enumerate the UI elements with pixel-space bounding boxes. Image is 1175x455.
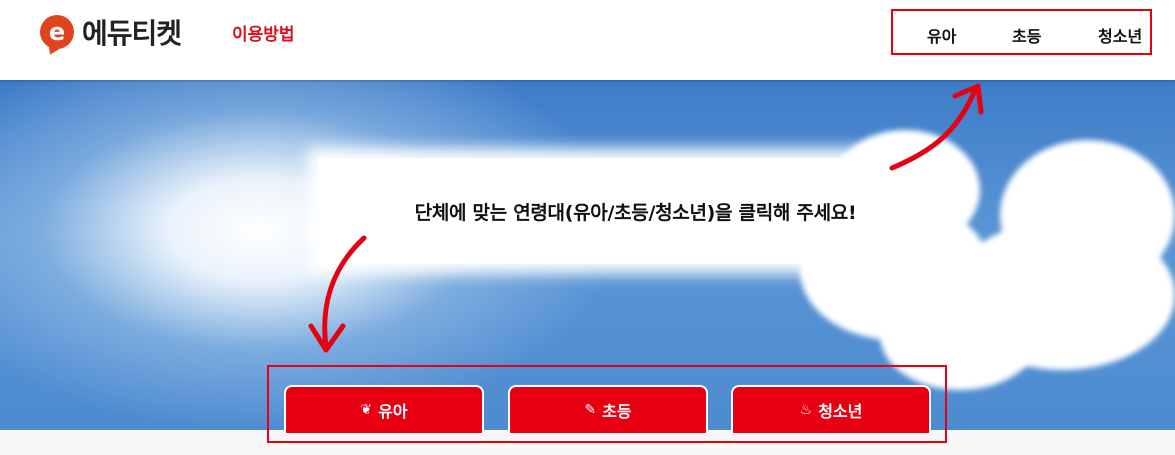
elementary-button[interactable]: ✎ 초등 [508,385,708,433]
nav-item-elementary[interactable]: 초등 [1012,23,1041,47]
leaf-icon: ❦ [360,402,373,418]
instruction-box: 단체에 맞는 연령대(유아/초등/청소년)을 클릭해 주세요! [318,158,935,264]
site-logo[interactable]: e 에듀티켓 [40,12,182,52]
preschool-button[interactable]: ❦ 유아 [284,385,484,433]
site-header: e 에듀티켓 이용방법 유아 초등 청소년 [0,0,1175,80]
howto-link[interactable]: 이용방법 [232,20,295,45]
preschool-button-label: 유아 [378,402,408,421]
top-age-nav: 유아 초등 청소년 [891,9,1152,55]
logo-text: 에듀티켓 [82,17,182,50]
elementary-button-label: 초등 [602,402,632,421]
magic-wand-icon: ✎ [584,402,597,418]
nav-item-youth[interactable]: 청소년 [1098,23,1142,47]
logo-e-icon: e [40,15,74,49]
age-button-group: ❦ 유아 ✎ 초등 ♨ 청소년 [267,365,947,443]
youth-button-label: 청소년 [818,402,863,421]
fire-icon: ♨ [799,402,813,418]
youth-button[interactable]: ♨ 청소년 [731,385,931,433]
nav-item-preschool[interactable]: 유아 [927,23,956,47]
instruction-text: 단체에 맞는 연령대(유아/초등/청소년)을 클릭해 주세요! [414,201,857,224]
